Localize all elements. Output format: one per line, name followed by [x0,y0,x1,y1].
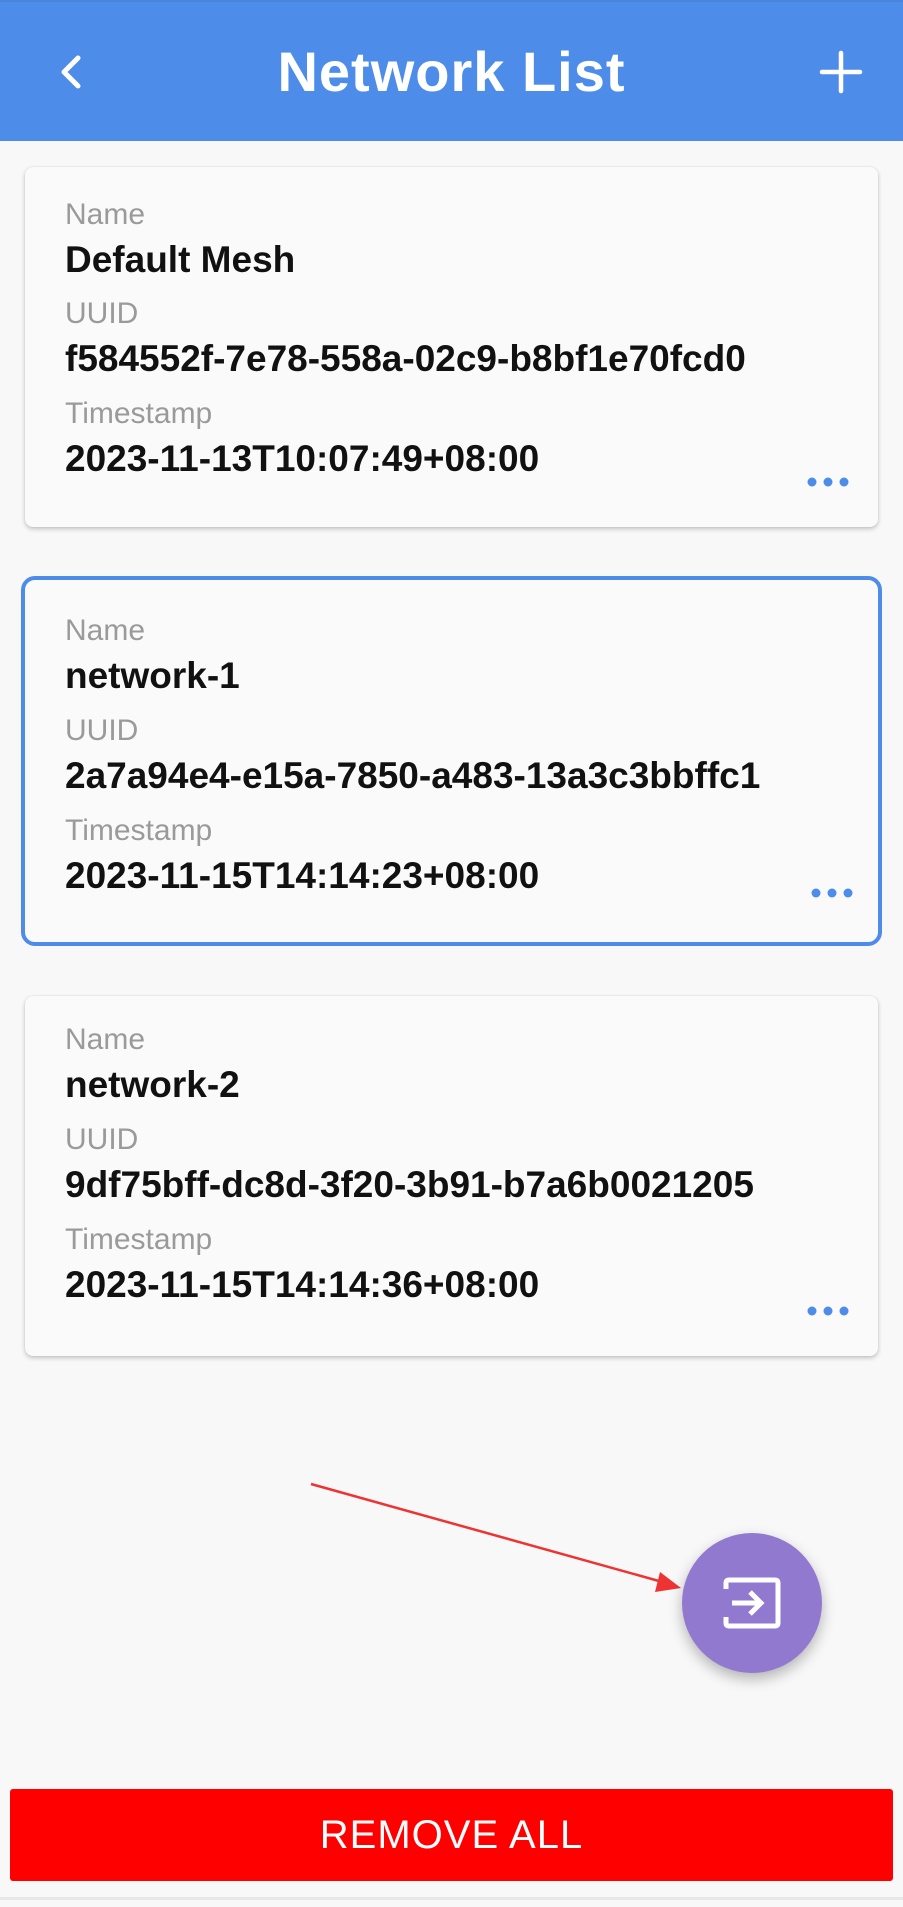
network-card[interactable]: Name network-2 UUID 9df75bff-dc8d-3f20-3… [25,996,878,1356]
network-name: Default Mesh [65,239,296,280]
uuid-label: UUID [65,714,139,747]
timestamp-label: Timestamp [65,1223,213,1256]
more-options-button[interactable] [800,1296,856,1326]
more-options-button[interactable] [800,467,856,497]
timestamp-label: Timestamp [65,814,213,847]
network-uuid: 9df75bff-dc8d-3f20-3b91-b7a6b0021205 [65,1164,754,1205]
import-network-fab[interactable] [682,1533,822,1673]
network-name: network-1 [65,655,240,696]
name-label: Name [65,614,146,647]
network-timestamp: 2023-11-15T14:14:36+08:00 [65,1264,540,1305]
more-options-button[interactable] [804,878,860,908]
uuid-label: UUID [65,1123,139,1156]
plus-icon [819,50,863,94]
more-horizontal-icon [807,1306,849,1316]
more-horizontal-icon [807,477,849,487]
import-icon [723,1577,781,1629]
network-card-selected[interactable]: Name network-1 UUID 2a7a94e4-e15a-7850-a… [21,576,882,946]
network-timestamp: 2023-11-15T14:14:23+08:00 [65,855,540,896]
network-uuid: 2a7a94e4-e15a-7850-a483-13a3c3bbffc1 [65,755,761,796]
timestamp-label: Timestamp [65,397,213,430]
more-horizontal-icon [811,888,853,898]
network-card[interactable]: Name Default Mesh UUID f584552f-7e78-558… [25,167,878,527]
network-timestamp: 2023-11-13T10:07:49+08:00 [65,438,540,479]
name-label: Name [65,1023,146,1056]
app-bar: Network List [0,0,903,141]
bottom-divider [0,1897,903,1900]
network-name: network-2 [65,1064,240,1105]
network-uuid: f584552f-7e78-558a-02c9-b8bf1e70fcd0 [65,338,746,379]
remove-all-button[interactable]: REMOVE ALL [10,1789,893,1881]
name-label: Name [65,198,146,231]
add-network-button[interactable] [809,40,873,104]
page-title: Network List [277,40,626,103]
uuid-label: UUID [65,297,139,330]
